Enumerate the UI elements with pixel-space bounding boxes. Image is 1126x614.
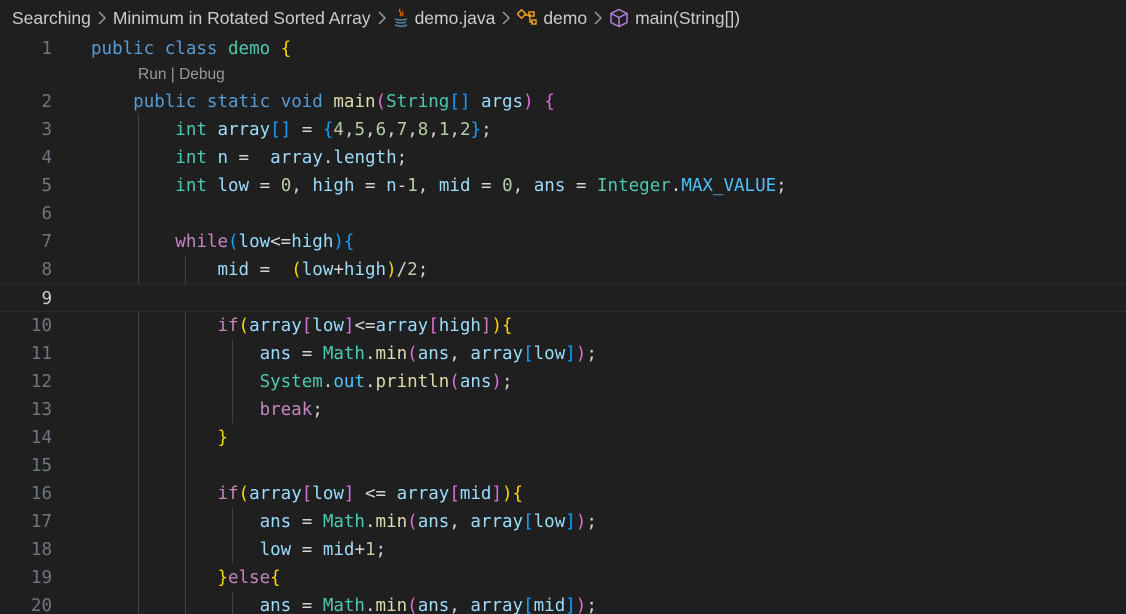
code-text: ans = Math.min(ans, array[low]); [259, 344, 597, 364]
code-text: System.out.println(ans); [259, 372, 513, 392]
line-number: 13 [30, 400, 52, 420]
code-text: break; [259, 400, 323, 420]
codelens-run-link[interactable]: Run [138, 66, 166, 83]
line-number: 7 [41, 232, 52, 252]
codelens-debug-link[interactable]: Debug [179, 66, 225, 83]
code-line-6[interactable]: 6 [0, 200, 1126, 228]
code-line-14[interactable]: 14 } [0, 424, 1126, 452]
breadcrumb-item-folder-searching[interactable]: Searching [12, 8, 91, 29]
code-text: while(low<=high){ [175, 232, 355, 252]
class-icon [517, 9, 538, 27]
code-line-20[interactable]: 20 ans = Math.min(ans, array[mid]); [0, 592, 1126, 614]
code-line-11[interactable]: 11 ans = Math.min(ans, array[low]); [0, 340, 1126, 368]
code-text: low = mid+1; [259, 540, 387, 560]
chevron-right-icon [593, 11, 603, 25]
line-number: 6 [41, 204, 52, 224]
code-editor[interactable]: 1 public class demo { Run | Debug 2 publ… [0, 34, 1126, 614]
code-text: ans = Math.min(ans, array[mid]); [259, 596, 597, 614]
code-line-7[interactable]: 7 while(low<=high){ [0, 228, 1126, 256]
line-number: 14 [30, 428, 52, 448]
code-line-2[interactable]: 2 public static void main(String[] args)… [0, 88, 1126, 116]
line-number: 11 [30, 344, 52, 364]
chevron-right-icon [501, 11, 511, 25]
breadcrumb-item-method[interactable]: main(String[]) [609, 8, 740, 29]
code-text: mid = (low+high)/2; [217, 260, 429, 280]
code-line-15[interactable]: 15 [0, 452, 1126, 480]
method-cube-icon [609, 8, 629, 28]
line-number: 8 [41, 260, 52, 280]
code-line-3[interactable]: 3 int array[] = {4,5,6,7,8,1,2}; [0, 116, 1126, 144]
code-text: if(array[low] <= array[mid]){ [217, 484, 524, 504]
line-number: 9 [41, 289, 52, 309]
line-number: 18 [30, 540, 52, 560]
line-number: 17 [30, 512, 52, 532]
line-number: 16 [30, 484, 52, 504]
line-number: 20 [30, 596, 52, 614]
code-line-19[interactable]: 19 }else{ [0, 564, 1126, 592]
breadcrumb-item-file[interactable]: demo.java [393, 7, 496, 29]
breadcrumb-label: Searching [12, 7, 91, 28]
code-text: ans = Math.min(ans, array[low]); [259, 512, 597, 532]
breadcrumb-label: demo [543, 7, 588, 28]
code-line-13[interactable]: 13 break; [0, 396, 1126, 424]
java-file-icon [393, 8, 409, 28]
code-text: public static void main(String[] args) { [133, 92, 555, 112]
code-line-1[interactable]: 1 public class demo { [0, 35, 1126, 63]
breadcrumb-label: demo.java [414, 7, 496, 28]
codelens-separator: | [170, 66, 175, 83]
code-text: int array[] = {4,5,6,7,8,1,2}; [175, 120, 492, 140]
line-number: 3 [41, 120, 52, 140]
line-number: 15 [30, 456, 52, 476]
codelens: Run | Debug [138, 63, 225, 87]
line-number: 10 [30, 316, 52, 336]
code-line-18[interactable]: 18 low = mid+1; [0, 536, 1126, 564]
breadcrumb: Searching Minimum in Rotated Sorted Arra… [0, 0, 1126, 36]
chevron-right-icon [377, 11, 387, 25]
breadcrumb-label: Minimum in Rotated Sorted Array [112, 7, 371, 28]
code-text: if(array[low]<=array[high]){ [217, 316, 513, 336]
code-line-16[interactable]: 16 if(array[low] <= array[mid]){ [0, 480, 1126, 508]
breadcrumb-label: main(String[]) [635, 7, 741, 28]
breadcrumb-item-class[interactable]: demo [517, 8, 587, 29]
line-number: 19 [30, 568, 52, 588]
code-line-5[interactable]: 5 int low = 0, high = n-1, mid = 0, ans … [0, 172, 1126, 200]
code-text: int n = array.length; [175, 148, 408, 168]
code-text: int low = 0, high = n-1, mid = 0, ans = … [175, 176, 787, 196]
line-number: 12 [30, 372, 52, 392]
code-line-10[interactable]: 10 if(array[low]<=array[high]){ [0, 312, 1126, 340]
code-text: }else{ [217, 568, 281, 588]
code-line-9-current[interactable]: 9 [0, 284, 1126, 312]
line-number: 2 [41, 92, 52, 112]
line-number: 1 [41, 39, 52, 59]
code-text: } [217, 428, 228, 448]
line-number: 5 [41, 176, 52, 196]
chevron-right-icon [97, 11, 107, 25]
code-line-4[interactable]: 4 int n = array.length; [0, 144, 1126, 172]
code-line-17[interactable]: 17 ans = Math.min(ans, array[low]); [0, 508, 1126, 536]
code-line-8[interactable]: 8 mid = (low+high)/2; [0, 256, 1126, 284]
breadcrumb-item-folder-rotated-array[interactable]: Minimum in Rotated Sorted Array [113, 8, 371, 29]
code-text: public class demo { [91, 39, 292, 59]
line-number: 4 [41, 148, 52, 168]
code-line-12[interactable]: 12 System.out.println(ans); [0, 368, 1126, 396]
